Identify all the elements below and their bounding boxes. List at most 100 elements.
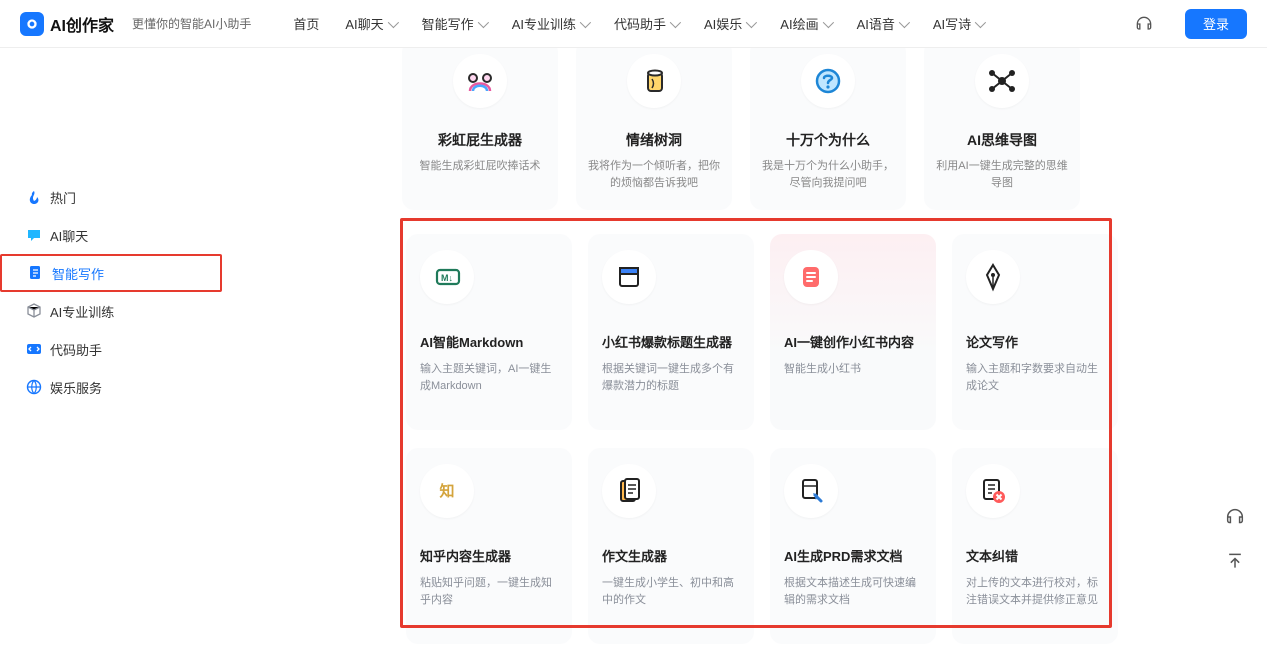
nav-label: 代码助手 — [614, 14, 666, 33]
prd-icon — [784, 464, 838, 518]
chevron-down-icon — [899, 16, 910, 27]
card-title: 十万个为什么 — [786, 130, 870, 150]
nav-1[interactable]: AI聊天 — [333, 0, 407, 48]
card-desc: 我是十万个为什么小助手，尽管向我提问吧 — [762, 158, 894, 191]
rainbow-icon — [453, 54, 507, 108]
floating-tools — [1221, 503, 1249, 575]
grid-card-0[interactable]: AI智能Markdown 输入主题关键词，AI一键生成Markdown — [406, 234, 572, 430]
card-title: 彩虹屁生成器 — [438, 130, 522, 150]
card-title: 知乎内容生成器 — [420, 546, 558, 565]
chevron-down-icon — [975, 16, 986, 27]
logo-icon — [20, 12, 44, 36]
grid-card-7[interactable]: 文本纠错对上传的文本进行校对，标注错误文本并提供修正意见 — [952, 448, 1118, 644]
doc-icon — [28, 265, 44, 281]
correct-icon — [966, 464, 1020, 518]
essay-icon — [602, 464, 656, 518]
nav-label: AI绘画 — [780, 14, 818, 33]
nav-label: 智能写作 — [422, 14, 474, 33]
card-title: AI生成PRD需求文档 — [784, 546, 922, 565]
sidebar-label: AI专业训练 — [50, 302, 114, 321]
grid-card-5[interactable]: 作文生成器一键生成小学生、初中和高中的作文 — [588, 448, 754, 644]
sidebar-item-4[interactable]: 代码助手 — [0, 330, 222, 368]
window-icon — [602, 250, 656, 304]
chevron-down-icon — [746, 16, 757, 27]
support-float-icon[interactable] — [1221, 503, 1249, 531]
nav-7[interactable]: AI语音 — [845, 0, 919, 48]
main-content: 彩虹屁生成器智能生成彩虹屁吹捧话术情绪树洞我将作为一个倾听者，把你的烦恼都告诉我… — [222, 48, 1267, 625]
support-icon[interactable] — [1133, 13, 1155, 35]
nav-label: 首页 — [293, 14, 319, 33]
body: 热门 AI聊天智能写作 AI专业训练代码助手娱乐服务 彩虹屁生成器智能生成彩虹屁吹捧… — [0, 48, 1267, 625]
grid-card-3[interactable]: 论文写作输入主题和字数要求自动生成论文 — [952, 234, 1118, 430]
top-card-1[interactable]: 情绪树洞我将作为一个倾听者，把你的烦恼都告诉我吧 — [576, 40, 732, 210]
sidebar-item-2[interactable]: 智能写作 — [0, 254, 222, 292]
chat-icon — [26, 227, 42, 243]
pen-icon — [966, 250, 1020, 304]
sidebar-item-0[interactable]: 热门 — [0, 178, 222, 216]
nav-0[interactable]: 首页 — [281, 0, 331, 48]
sidebar-item-1[interactable]: AI聊天 — [0, 216, 222, 254]
chevron-down-icon — [822, 16, 833, 27]
grid-card-1[interactable]: 小红书爆款标题生成器根据关键词一键生成多个有爆款潜力的标题 — [588, 234, 754, 430]
nav-8[interactable]: AI写诗 — [921, 0, 995, 48]
sidebar: 热门 AI聊天智能写作 AI专业训练代码助手娱乐服务 — [0, 48, 222, 625]
question-icon — [801, 54, 855, 108]
globe-icon — [26, 379, 42, 395]
nav-2[interactable]: 智能写作 — [410, 0, 498, 48]
back-to-top-icon[interactable] — [1221, 547, 1249, 575]
sidebar-label: 智能写作 — [52, 264, 104, 283]
nav-label: AI写诗 — [933, 14, 971, 33]
card-title: 文本纠错 — [966, 546, 1104, 565]
chevron-down-icon — [387, 16, 398, 27]
card-desc: 一键生成小学生、初中和高中的作文 — [602, 575, 740, 609]
top-card-row: 彩虹屁生成器智能生成彩虹屁吹捧话术情绪树洞我将作为一个倾听者，把你的烦恼都告诉我… — [402, 40, 1080, 210]
grid-card-2[interactable]: AI一键创作小红书内容智能生成小红书 — [770, 234, 936, 430]
writing-tools-grid: AI智能Markdown 输入主题关键词，AI一键生成Markdown 小红书爆款标… — [406, 234, 1120, 648]
sidebar-label: 代码助手 — [50, 340, 102, 359]
nav-6[interactable]: AI绘画 — [768, 0, 842, 48]
nav-label: AI娱乐 — [704, 14, 742, 33]
brand-name: AI创作家 — [50, 12, 114, 36]
nav-label: AI语音 — [857, 14, 895, 33]
sidebar-item-3[interactable]: AI专业训练 — [0, 292, 222, 330]
top-card-2[interactable]: 十万个为什么我是十万个为什么小助手，尽管向我提问吧 — [750, 40, 906, 210]
chevron-down-icon — [580, 16, 591, 27]
card-title: AI智能Markdown — [420, 332, 558, 351]
header: AI创作家 更懂你的智能AI小助手 首页 AI聊天 智能写作 AI专业训练代码助手 AI… — [0, 0, 1267, 48]
login-button[interactable]: 登录 — [1185, 9, 1247, 39]
flame-icon — [26, 189, 42, 205]
nav-3[interactable]: AI专业训练 — [500, 0, 600, 48]
note-icon — [784, 250, 838, 304]
grid-card-6[interactable]: AI生成PRD需求文档根据文本描述生成可快速编辑的需求文档 — [770, 448, 936, 644]
chevron-down-icon — [477, 16, 488, 27]
card-desc: 我将作为一个倾听者，把你的烦恼都告诉我吧 — [588, 158, 720, 191]
card-desc: 输入主题关键词，AI一键生成Markdown — [420, 361, 558, 395]
card-desc: 利用AI一键生成完整的思维导图 — [936, 158, 1068, 191]
card-desc: 根据关键词一键生成多个有爆款潜力的标题 — [602, 361, 740, 395]
nav-4[interactable]: 代码助手 — [602, 0, 690, 48]
top-card-0[interactable]: 彩虹屁生成器智能生成彩虹屁吹捧话术 — [402, 40, 558, 210]
code-icon — [26, 341, 42, 357]
card-desc: 根据文本描述生成可快速编辑的需求文档 — [784, 575, 922, 609]
top-card-3[interactable]: AI思维导图利用AI一键生成完整的思维导图 — [924, 40, 1080, 210]
cup-icon — [627, 54, 681, 108]
card-title: AI思维导图 — [967, 130, 1037, 150]
mindmap-icon — [975, 54, 1029, 108]
card-desc: 输入主题和字数要求自动生成论文 — [966, 361, 1104, 395]
card-title: 情绪树洞 — [626, 130, 682, 150]
nav-5[interactable]: AI娱乐 — [692, 0, 766, 48]
brand-group[interactable]: AI创作家 — [20, 12, 114, 36]
card-desc: 智能生成小红书 — [784, 361, 922, 378]
zhi-icon — [420, 464, 474, 518]
sidebar-item-5[interactable]: 娱乐服务 — [0, 368, 222, 406]
nav-label: AI聊天 — [345, 14, 383, 33]
tagline: 更懂你的智能AI小助手 — [132, 15, 251, 32]
card-title: 作文生成器 — [602, 546, 740, 565]
sidebar-label: 热门 — [50, 188, 76, 207]
grid-card-4[interactable]: 知乎内容生成器粘贴知乎问题，一键生成知乎内容 — [406, 448, 572, 644]
cube-icon — [26, 303, 42, 319]
card-desc: 粘贴知乎问题，一键生成知乎内容 — [420, 575, 558, 609]
top-nav: 首页 AI聊天 智能写作 AI专业训练代码助手 AI娱乐 AI绘画 AI语音 AI写诗 — [281, 0, 995, 48]
md-icon — [420, 250, 474, 304]
chevron-down-icon — [670, 16, 681, 27]
